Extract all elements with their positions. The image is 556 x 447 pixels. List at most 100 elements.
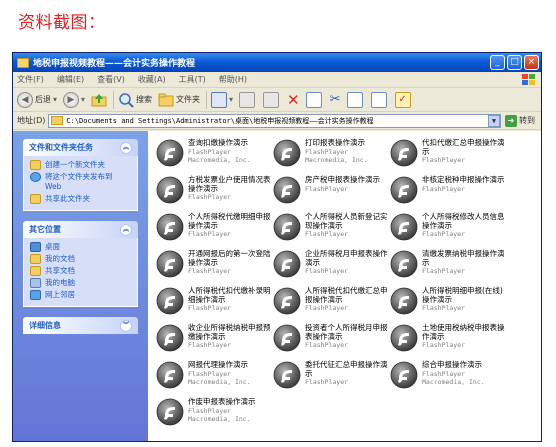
content-area: 文件和文件夹任务 ︽ 创建一个新文件夹 将这个文件夹发布到 Web 共享此文件夹	[13, 131, 541, 441]
file-item[interactable]: 人所得税代扣代缴补录明细操作演示 FlashPlayer	[156, 286, 273, 319]
file-meta: 网报代理操作演示 FlashPlayer Macromedia, Inc.	[188, 360, 251, 386]
file-item[interactable]: 方税发票业户使用情况表操作演示 FlashPlayer	[156, 175, 273, 208]
address-dropdown-icon[interactable]: ▼	[488, 114, 500, 127]
task-publish-web[interactable]: 将这个文件夹发布到 Web	[30, 172, 131, 192]
forward-dropdown-icon: ▾	[81, 95, 86, 104]
task-share-folder[interactable]: 共享此文件夹	[30, 194, 131, 204]
place-label: 共享文档	[45, 266, 75, 275]
views-dropdown-icon: ▾	[229, 95, 234, 104]
file-item[interactable]: 清缴发票纳税申报操作演示 FlashPlayer	[390, 249, 507, 282]
go-label: 转到	[519, 116, 535, 125]
go-button[interactable]: ➜ 转到	[505, 114, 535, 127]
menu-edit[interactable]: 编辑(E)	[57, 74, 84, 85]
file-item[interactable]: 非核定税种申报操作演示 FlashPlayer	[390, 175, 507, 208]
forward-button[interactable]: ▶ ▾	[63, 91, 86, 108]
file-item[interactable]: 收企业所得税纳税申报预缴操作演示 FlashPlayer	[156, 323, 273, 356]
menu-bar: 文件(F) 编辑(E) 查看(V) 收藏(A) 工具(T) 帮助(H)	[13, 72, 541, 88]
file-type: FlashPlayer	[305, 378, 349, 386]
file-item[interactable]: 查询扣缴操作演示 FlashPlayer Macromedia, Inc.	[156, 138, 273, 171]
file-type: FlashPlayer	[188, 230, 232, 238]
network-icon	[30, 290, 41, 300]
flash-player-icon	[390, 139, 418, 167]
file-item[interactable]: 委托代征汇总申报操作演示 FlashPlayer	[273, 360, 390, 393]
window-title: 地税申报视频教程——会计实务操作教程	[33, 59, 196, 69]
maximize-button[interactable]: □	[507, 55, 522, 70]
file-meta: 土地使用税纳税申报表操作演示 FlashPlayer	[422, 323, 507, 349]
up-folder-button[interactable]	[91, 92, 107, 108]
file-item[interactable]: 土地使用税纳税申报表操作演示 FlashPlayer	[390, 323, 507, 356]
place-my-computer[interactable]: 我的电脑	[30, 278, 131, 288]
move-to-button[interactable]	[239, 91, 257, 108]
expand-icon[interactable]: ︾	[120, 319, 132, 332]
file-type: FlashPlayer	[422, 304, 466, 312]
menu-help[interactable]: 帮助(H)	[219, 74, 247, 85]
search-label: 搜索	[136, 95, 153, 104]
flash-player-icon	[156, 398, 184, 426]
file-company: Macromedia, Inc.	[188, 377, 251, 386]
desktop-icon	[30, 242, 41, 252]
views-button[interactable]: ▾	[211, 91, 234, 108]
flash-player-icon	[156, 176, 184, 204]
file-name: 开通网报后的第一次登陆操作演示	[188, 249, 271, 267]
copy-icon	[346, 91, 363, 108]
file-type: FlashPlayer	[422, 267, 466, 275]
address-field[interactable]: C:\Documents and Settings\Administrator\…	[48, 113, 501, 128]
menu-file[interactable]: 文件(F)	[17, 74, 44, 85]
menu-view[interactable]: 查看(V)	[97, 74, 125, 85]
checklist-icon: ✓	[394, 91, 411, 108]
place-network[interactable]: 网上邻居	[30, 290, 131, 300]
file-meta: 方税发票业户使用情况表操作演示 FlashPlayer	[188, 175, 273, 201]
file-item[interactable]: 网报代理操作演示 FlashPlayer Macromedia, Inc.	[156, 360, 273, 393]
file-item[interactable]: 综合申报操作演示 FlashPlayer Macromedia, Inc.	[390, 360, 507, 393]
search-icon	[119, 92, 134, 108]
file-item[interactable]: 个人所得税修改人员信息操作演示 FlashPlayer	[390, 212, 507, 245]
menu-tools[interactable]: 工具(T)	[179, 74, 206, 85]
file-name: 个人所得税代缴明细申报操作演示	[188, 212, 271, 230]
task-new-folder[interactable]: 创建一个新文件夹	[30, 160, 131, 170]
paste-icon	[370, 91, 387, 108]
file-name: 人所得税代扣代缴补录明细操作演示	[188, 286, 271, 304]
cut-icon: ✂	[329, 92, 341, 107]
file-meta: 收企业所得税纳税申报预缴操作演示 FlashPlayer	[188, 323, 273, 349]
place-desktop[interactable]: 桌面	[30, 242, 131, 252]
file-item[interactable]: 人所得税代扣代缴汇总申报操作演示 FlashPlayer	[273, 286, 390, 319]
task-label: 将这个文件夹发布到 Web	[45, 172, 113, 191]
folders-button[interactable]: 文件夹	[158, 92, 200, 108]
back-button[interactable]: ◀ 后退 ▾	[17, 91, 57, 108]
menu-favorites[interactable]: 收藏(A)	[138, 74, 166, 85]
collapse-icon[interactable]: ︽	[120, 223, 132, 236]
place-my-documents[interactable]: 我的文档	[30, 254, 131, 264]
search-button[interactable]: 搜索	[118, 92, 152, 108]
file-item[interactable]: 作废申报表操作演示 FlashPlayer Macromedia, Inc.	[156, 397, 273, 430]
file-meta: 个人所得税人员新登记实现操作演示 FlashPlayer	[305, 212, 390, 238]
check-button[interactable]: ✓	[394, 91, 413, 108]
other-places-header[interactable]: 其它位置 ︽	[23, 221, 138, 238]
file-item[interactable]: 打印报表操作演示 FlashPlayer Macromedia, Inc.	[273, 138, 390, 171]
file-item[interactable]: 人所得税明细申报(在线)操作演示 FlashPlayer	[390, 286, 507, 319]
file-tasks-header[interactable]: 文件和文件夹任务 ︽	[23, 139, 138, 156]
file-item[interactable]: 个人所得税代缴明细申报操作演示 FlashPlayer	[156, 212, 273, 245]
collapse-icon[interactable]: ︽	[120, 141, 132, 154]
minimize-button[interactable]: _	[490, 55, 505, 70]
file-name: 方税发票业户使用情况表操作演示	[188, 175, 271, 193]
delete-button[interactable]: ✕	[287, 91, 300, 109]
paste-button[interactable]	[370, 91, 389, 108]
file-item[interactable]: 代扣代缴汇总申报操作演示 FlashPlayer	[390, 138, 507, 171]
file-item[interactable]: 投资者个人所得税月申报表操作演示 FlashPlayer	[273, 323, 390, 356]
close-button[interactable]: ×	[524, 55, 539, 70]
copy-to-button[interactable]	[263, 91, 281, 108]
file-item[interactable]: 开通网报后的第一次登陆操作演示 FlashPlayer	[156, 249, 273, 282]
file-name: 非核定税种申报操作演示	[422, 175, 505, 184]
file-item[interactable]: 房产税申报表操作演示 FlashPlayer	[273, 175, 390, 208]
details-header[interactable]: 详细信息 ︾	[23, 317, 138, 334]
folder-icon	[51, 116, 64, 125]
copy-button[interactable]	[346, 91, 365, 108]
file-item[interactable]: 个人所得税人员新登记实现操作演示 FlashPlayer	[273, 212, 390, 245]
place-shared-documents[interactable]: 共享文档	[30, 266, 131, 276]
file-name: 人所得税明细申报(在线)操作演示	[422, 286, 503, 304]
title-bar[interactable]: 地税申报视频教程——会计实务操作教程 _ □ ×	[13, 53, 541, 72]
properties-button[interactable]	[305, 91, 324, 108]
cut-button[interactable]: ✂	[330, 92, 341, 107]
address-bar: 地址(D) C:\Documents and Settings\Administ…	[13, 112, 541, 130]
file-item[interactable]: 企业所得税月申报表操作演示 FlashPlayer	[273, 249, 390, 282]
